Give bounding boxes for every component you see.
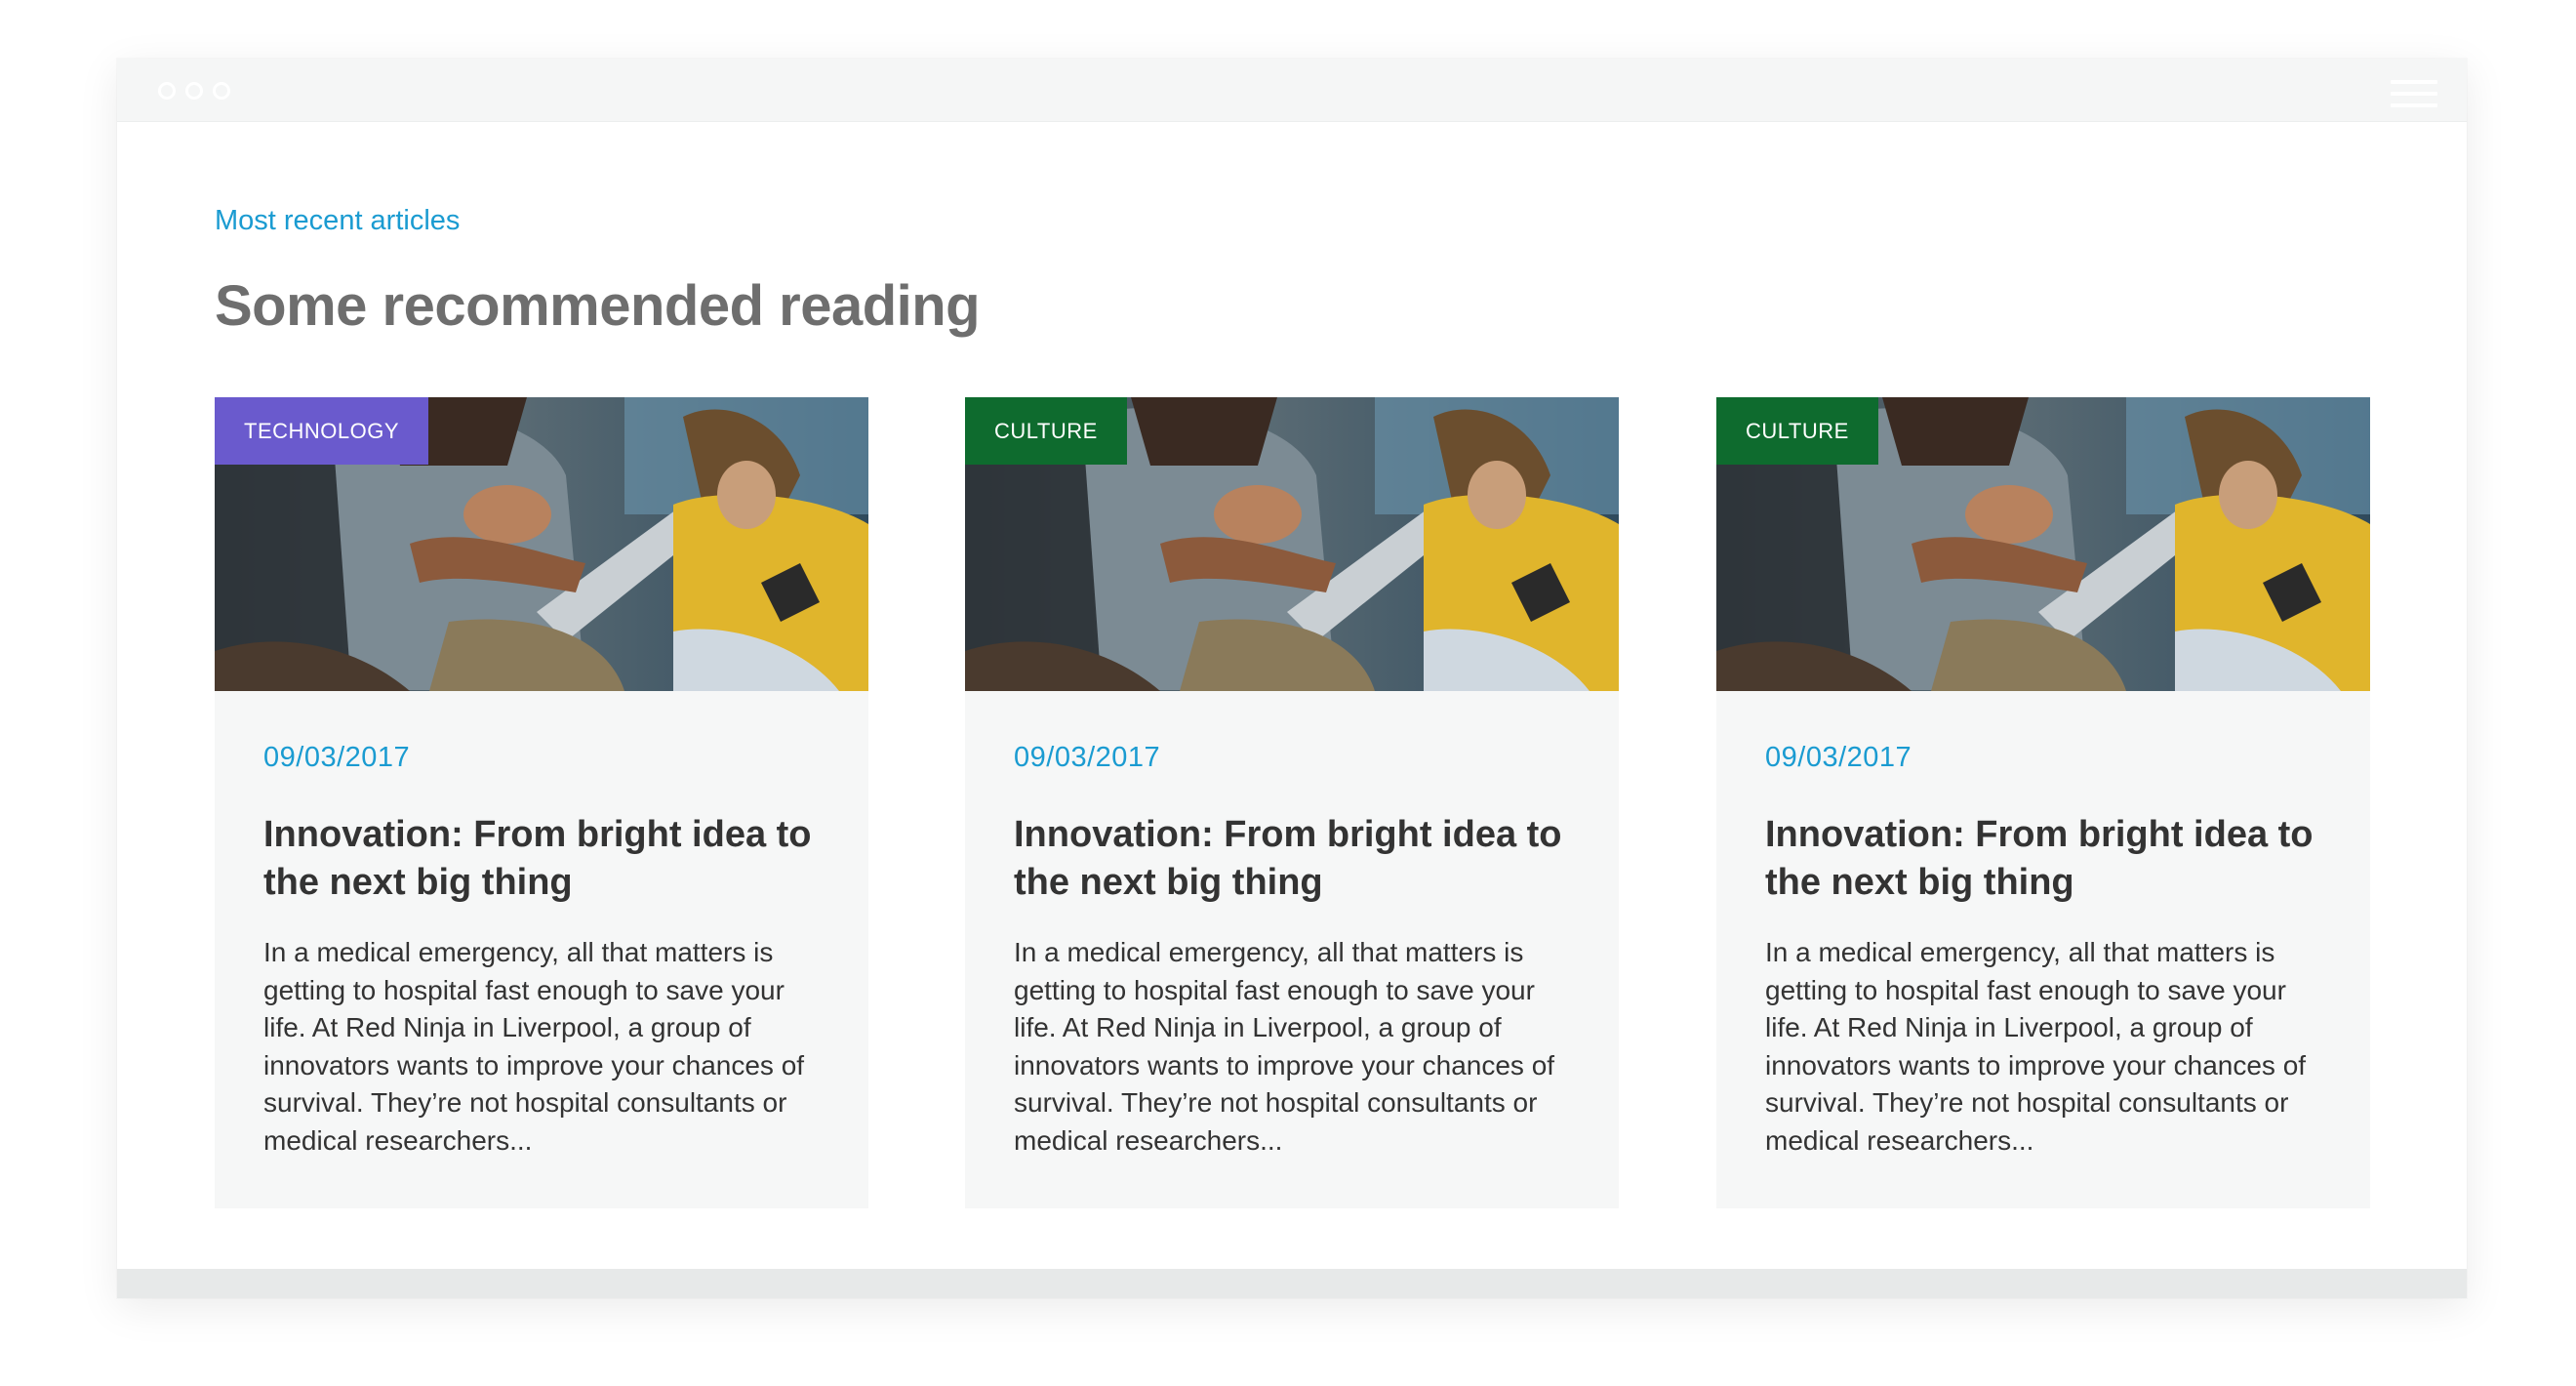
category-tag[interactable]: CULTURE (965, 397, 1127, 465)
article-excerpt: In a medical emergency, all that matters… (1765, 937, 2307, 1156)
article-card-body: 09/03/2017 Innovation: From bright idea … (1765, 691, 2331, 1160)
close-window-dot[interactable] (158, 82, 176, 100)
article-title[interactable]: Innovation: From bright idea to the next… (263, 811, 829, 907)
category-tag[interactable]: CULTURE (1716, 397, 1878, 465)
article-card[interactable]: TECHNOLOGY 09/03/2017 Innovation: From b… (215, 397, 868, 1208)
category-tag[interactable]: TECHNOLOGY (215, 397, 429, 465)
browser-window: Most recent articles Some recommended re… (117, 59, 2467, 1298)
article-photo: CULTURE (965, 397, 1619, 691)
window-controls (158, 82, 230, 100)
window-bottom-bar (117, 1269, 2467, 1298)
article-title[interactable]: Innovation: From bright idea to the next… (1014, 811, 1580, 907)
article-card-body: 09/03/2017 Innovation: From bright idea … (1014, 691, 1580, 1160)
article-excerpt: In a medical emergency, all that matters… (1014, 937, 1555, 1156)
section-eyebrow: Most recent articles (215, 205, 461, 236)
article-card[interactable]: CULTURE 09/03/2017 Innovation: From brig… (965, 397, 1619, 1208)
article-excerpt: In a medical emergency, all that matters… (263, 937, 805, 1156)
article-photo: CULTURE (1716, 397, 2370, 691)
page-title: Some recommended reading (215, 274, 981, 338)
minimize-window-dot[interactable] (185, 82, 203, 100)
article-title[interactable]: Innovation: From bright idea to the next… (1765, 811, 2331, 907)
article-card-body: 09/03/2017 Innovation: From bright idea … (263, 691, 829, 1160)
article-date: 09/03/2017 (1014, 742, 1161, 773)
window-titlebar (117, 59, 2467, 122)
article-photo: TECHNOLOGY (215, 397, 868, 691)
article-card[interactable]: CULTURE 09/03/2017 Innovation: From brig… (1716, 397, 2370, 1208)
article-date: 09/03/2017 (263, 742, 411, 773)
maximize-window-dot[interactable] (213, 82, 230, 100)
article-date: 09/03/2017 (1765, 742, 1912, 773)
hamburger-menu-icon[interactable] (2391, 80, 2437, 109)
